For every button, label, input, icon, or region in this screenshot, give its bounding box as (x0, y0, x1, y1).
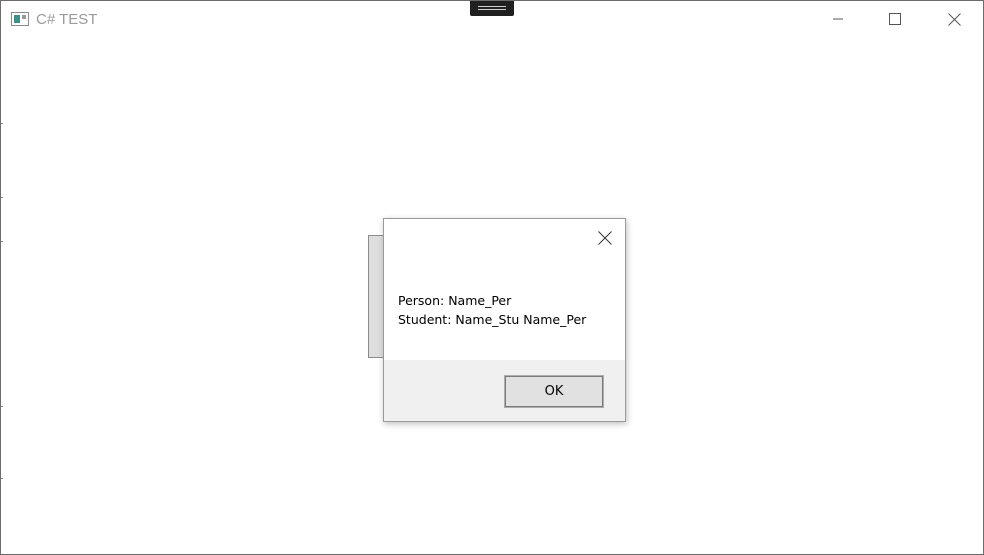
message-line-student: Student: Name_Stu Name_Per (398, 312, 587, 327)
snap-layout-handle[interactable] (470, 1, 514, 16)
maximize-button[interactable] (872, 1, 918, 37)
dialog-close-button[interactable] (594, 227, 616, 249)
window-edge-mark (1, 478, 3, 479)
app-window-icon (11, 12, 29, 26)
window-edge-mark (1, 197, 3, 198)
maximize-icon (889, 13, 901, 25)
window-edge-mark (1, 123, 3, 124)
minimize-icon (833, 18, 843, 20)
close-button[interactable] (931, 1, 977, 37)
dialog-footer: OK (384, 360, 625, 421)
window-edge-mark (1, 241, 3, 242)
minimize-button[interactable] (815, 1, 861, 37)
main-window: C# TEST Person: Name_Per Student: Name_S… (0, 0, 984, 555)
window-title: C# TEST (36, 11, 98, 28)
close-icon (598, 231, 612, 245)
window-edge-mark (1, 406, 3, 407)
title-bar[interactable]: C# TEST (1, 1, 983, 38)
close-icon (948, 13, 961, 26)
ok-button[interactable]: OK (504, 375, 604, 408)
message-line-person: Person: Name_Per (398, 293, 512, 308)
dialog-message: Person: Name_Per Student: Name_Stu Name_… (398, 291, 586, 329)
message-box-dialog: Person: Name_Per Student: Name_Stu Name_… (383, 218, 626, 422)
